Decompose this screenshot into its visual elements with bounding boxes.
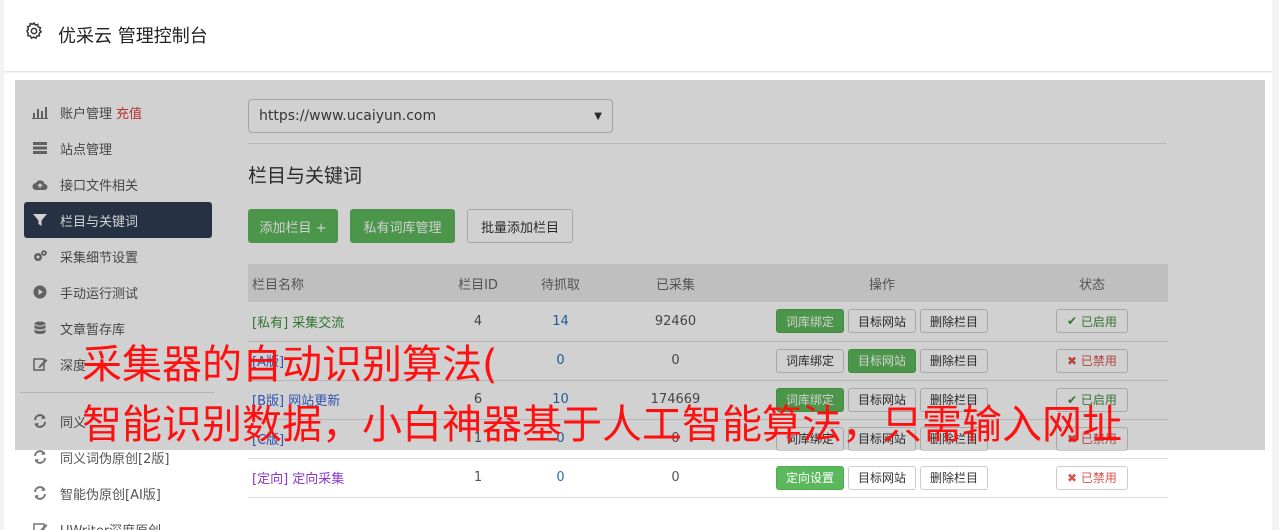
- collected-count: 0: [671, 353, 680, 368]
- sidebar-item-label: 栏目与关键词: [60, 214, 139, 230]
- close-icon: ✖: [1067, 470, 1081, 485]
- divider: [248, 143, 1166, 144]
- close-icon: ✖: [1067, 353, 1081, 368]
- gear-icon: [26, 21, 43, 40]
- column-tag: [私有]: [252, 315, 289, 331]
- edit-icon: [32, 356, 48, 372]
- target-site-button[interactable]: 目标网站: [847, 309, 916, 334]
- site-select[interactable]: https://www.ucaiyun.com ▼: [248, 99, 613, 133]
- status-label: 已禁用: [1080, 471, 1117, 485]
- sidebar-item-uwriter[interactable]: UWriter深度原创: [20, 511, 214, 530]
- col-header-pending[interactable]: 待抓取: [518, 264, 603, 302]
- sidebar-item-account[interactable]: 账户管理 充值: [20, 94, 214, 130]
- pending-count[interactable]: 0: [518, 341, 603, 380]
- table-row: [私有] 采集交流 4 14 92460 词库绑定 目标网站 删除栏目 ✔ 已启…: [248, 302, 1168, 341]
- column-id: 1: [473, 470, 483, 485]
- target-site-button[interactable]: 目标网站: [847, 348, 916, 373]
- sidebar-item-label: UWriter深度原创: [60, 520, 161, 530]
- caption-line-1: 采集器的自动识别算法(: [82, 342, 498, 388]
- cloud-upload-icon: [32, 176, 48, 192]
- bind-lib-button[interactable]: 词库绑定: [775, 309, 844, 334]
- status-toggle[interactable]: ✖ 已禁用: [1056, 465, 1128, 490]
- sidebar-item-label: 智能伪原创[AI版]: [60, 487, 161, 503]
- table-row: [定向] 定向采集 1 0 0 定向设置 目标网站 删除栏目 ✖ 已禁用: [248, 458, 1168, 497]
- status-cell: ✖ 已禁用: [1016, 341, 1168, 380]
- sidebar-item-label: 文章暂存库: [60, 322, 126, 338]
- edit-icon: [32, 521, 48, 530]
- col-header-id[interactable]: 栏目ID: [438, 264, 518, 302]
- column-title[interactable]: 定向采集: [292, 472, 344, 487]
- bind-lib-button[interactable]: 词库绑定: [775, 348, 844, 373]
- sidebar-item-label: 接口文件相关: [60, 178, 139, 194]
- col-header-ops: 操作: [868, 277, 895, 293]
- sidebar-item-article-store[interactable]: 文章暂存库: [20, 310, 214, 346]
- sidebar-item-ai-rewrite[interactable]: 智能伪原创[AI版]: [20, 475, 214, 511]
- batch-add-button[interactable]: 批量添加栏目: [467, 209, 573, 243]
- ops-cell: 词库绑定 目标网站 删除栏目: [748, 341, 1016, 380]
- column-name[interactable]: [定向] 定向采集: [248, 458, 438, 497]
- collected-count: 92460: [654, 313, 697, 329]
- top-bar: 优采云 管理控制台: [4, 0, 1272, 72]
- ops-cell: 词库绑定 目标网站 删除栏目: [748, 302, 1016, 341]
- refresh-icon: [32, 449, 48, 465]
- direct-settings-button[interactable]: 定向设置: [775, 465, 844, 490]
- target-site-button[interactable]: 目标网站: [847, 465, 916, 490]
- section-title: 栏目与关键词: [248, 165, 363, 187]
- pending-count[interactable]: 0: [518, 458, 603, 497]
- play-circle-icon: [32, 284, 48, 300]
- bar-chart-icon: [32, 104, 48, 120]
- status-cell: ✔ 已启用: [1016, 302, 1168, 341]
- recharge-link[interactable]: 充值: [116, 103, 142, 122]
- sidebar-item-columns[interactable]: 栏目与关键词: [24, 202, 212, 238]
- sidebar-divider: [20, 392, 214, 393]
- refresh-icon: [32, 413, 48, 429]
- delete-column-button[interactable]: 删除栏目: [920, 465, 989, 490]
- sidebar-item-collect-settings[interactable]: 采集细节设置: [20, 238, 214, 274]
- column-name[interactable]: [私有] 采集交流: [248, 302, 438, 341]
- sidebar-item-label: 同义词伪原创[2版]: [60, 451, 170, 467]
- private-lib-button[interactable]: 私有词库管理: [350, 209, 455, 243]
- sidebar-item-label: 站点管理: [60, 142, 113, 158]
- table-header: 栏目名称 栏目ID 待抓取 已采集 操作 状态: [248, 264, 1168, 302]
- status-toggle[interactable]: ✖ 已禁用: [1056, 348, 1128, 373]
- ops-cell: 定向设置 目标网站 删除栏目: [748, 458, 1016, 497]
- collected-count: 0: [671, 470, 680, 485]
- filter-icon: [32, 212, 48, 228]
- status-toggle[interactable]: ✔ 已启用: [1056, 309, 1128, 334]
- check-icon: ✔: [1067, 314, 1081, 329]
- sidebar: 账户管理 充值 站点管理 接口文件相关 栏目与关键词 采集细节设置 手动运行测试: [20, 94, 214, 530]
- chevron-down-icon: ▼: [594, 111, 602, 122]
- col-header-collected[interactable]: 已采集: [603, 264, 748, 302]
- sidebar-item-sites[interactable]: 站点管理: [20, 130, 214, 166]
- sidebar-item-label: 手动运行测试: [60, 286, 139, 302]
- refresh-icon: [32, 485, 48, 501]
- status-label: 已禁用: [1080, 354, 1117, 368]
- delete-column-button[interactable]: 删除栏目: [920, 309, 989, 334]
- col-header-name[interactable]: 栏目名称: [248, 264, 438, 302]
- sidebar-item-label: 账户管理: [60, 106, 113, 122]
- database-icon: [32, 320, 48, 336]
- action-buttons: 添加栏目 + 私有词库管理 批量添加栏目: [248, 209, 1168, 243]
- sidebar-item-label: 采集细节设置: [60, 250, 139, 266]
- sidebar-item-manual-run[interactable]: 手动运行测试: [20, 274, 214, 310]
- column-tag: [定向]: [252, 472, 289, 487]
- pending-count[interactable]: 14: [518, 302, 603, 341]
- cogs-icon: [32, 248, 48, 264]
- col-header-status: 状态: [1078, 277, 1105, 293]
- caption-line-2: 智能识别数据，小白神器基于人工智能算法，只需输入网址: [82, 402, 1122, 448]
- server-icon: [32, 140, 48, 156]
- status-label: 已启用: [1080, 314, 1117, 329]
- page-title: 优采云 管理控制台: [58, 26, 208, 47]
- column-id: 4: [473, 313, 483, 329]
- sidebar-item-interface[interactable]: 接口文件相关: [20, 166, 214, 202]
- delete-column-button[interactable]: 删除栏目: [920, 348, 989, 373]
- status-cell: ✖ 已禁用: [1016, 458, 1168, 497]
- column-title[interactable]: 采集交流: [292, 316, 344, 331]
- site-select-value: https://www.ucaiyun.com: [259, 108, 437, 124]
- add-column-button[interactable]: 添加栏目 +: [248, 209, 338, 243]
